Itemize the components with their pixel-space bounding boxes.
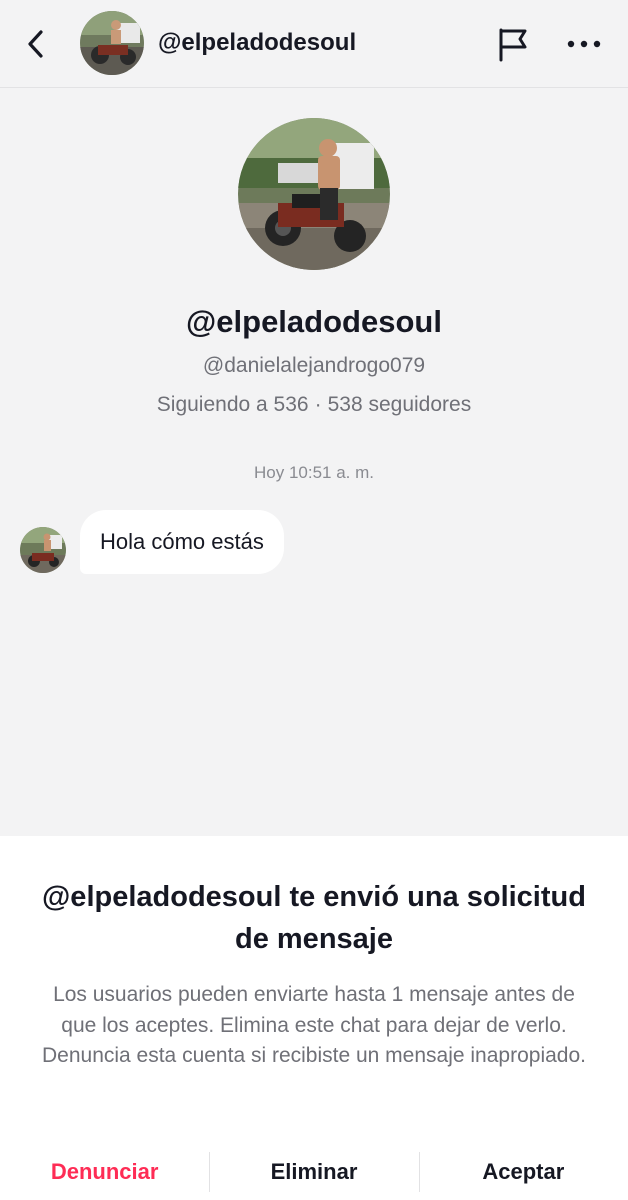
message-timestamp: Hoy 10:51 a. m. bbox=[253, 463, 374, 482]
request-actions: Denunciar Eliminar Aceptar bbox=[0, 1152, 628, 1200]
profile-stats: Siguiendo a 536 · 538 seguidores bbox=[0, 391, 628, 419]
avatar-photo bbox=[238, 118, 390, 270]
flag-icon bbox=[499, 28, 527, 62]
report-flag-button[interactable] bbox=[492, 22, 534, 66]
followers-count[interactable]: 538 seguidores bbox=[328, 393, 472, 416]
accept-button[interactable]: Aceptar bbox=[418, 1152, 628, 1200]
profile-handle: @danielalejandrogo079 bbox=[202, 354, 426, 377]
delete-button[interactable]: Eliminar bbox=[209, 1152, 418, 1200]
header-username[interactable]: @elpeladodesoul bbox=[158, 28, 356, 58]
back-button[interactable] bbox=[18, 22, 54, 66]
more-options-button[interactable] bbox=[560, 22, 608, 66]
message-bubble[interactable]: Hola cómo estás bbox=[80, 510, 284, 574]
avatar-photo bbox=[20, 527, 66, 573]
message-request-sheet: @elpeladodesoul te envió una solicitud d… bbox=[0, 836, 628, 1200]
profile-display-name: @elpeladodesoul bbox=[186, 304, 442, 339]
profile-avatar[interactable] bbox=[238, 118, 390, 270]
request-description: Los usuarios pueden enviarte hasta 1 men… bbox=[41, 983, 586, 1067]
message-sender-avatar[interactable] bbox=[20, 527, 66, 573]
stats-separator: · bbox=[314, 393, 322, 416]
back-icon bbox=[28, 30, 43, 58]
dm-request-screen: @elpeladodesoul @elpeladodesoul @daniela… bbox=[0, 0, 628, 1200]
more-icon bbox=[567, 40, 601, 48]
chat-header: @elpeladodesoul bbox=[0, 0, 628, 88]
report-button[interactable]: Denunciar bbox=[0, 1152, 209, 1200]
avatar-photo bbox=[80, 11, 144, 75]
header-avatar[interactable] bbox=[80, 11, 144, 75]
request-title: @elpeladodesoul te envió una solicitud d… bbox=[42, 881, 586, 955]
following-count[interactable]: Siguiendo a 536 bbox=[157, 393, 309, 416]
